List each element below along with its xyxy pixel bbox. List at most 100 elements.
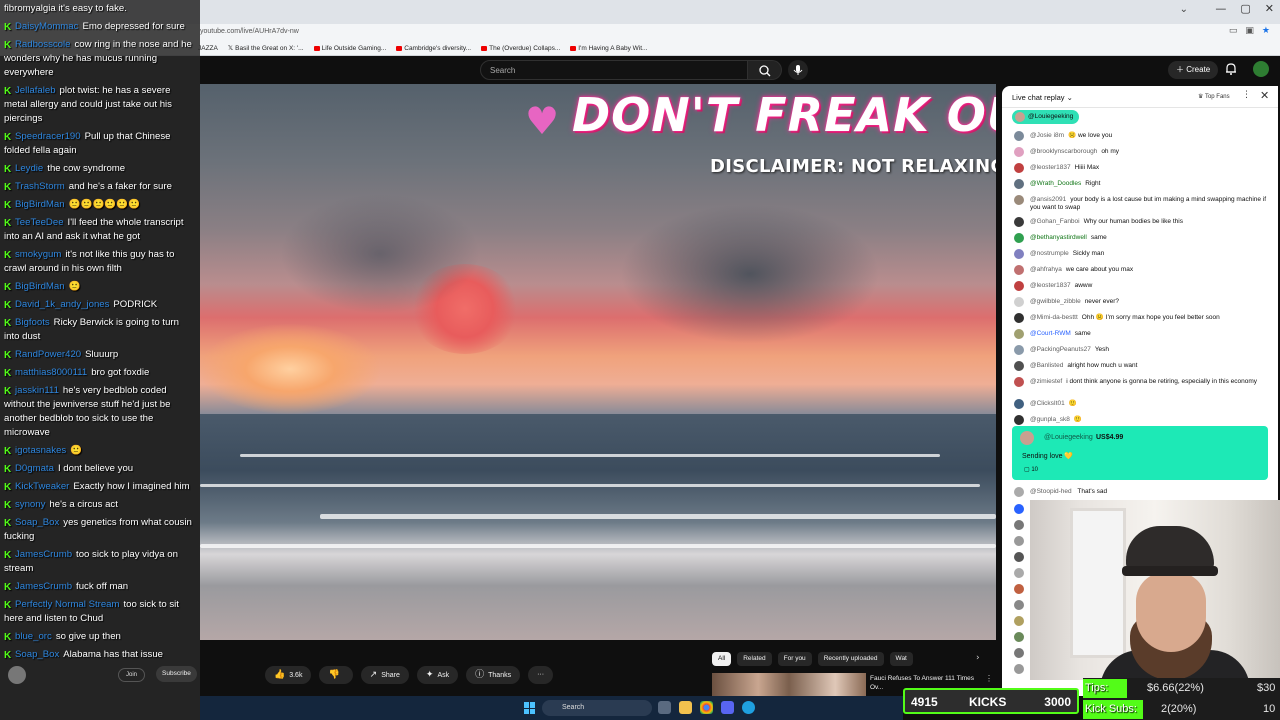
tab-search-chevron-icon[interactable]: ⌄ [1180, 4, 1188, 15]
chip-watched[interactable]: Wat [889, 652, 913, 666]
avatar [1014, 313, 1024, 323]
ask-button[interactable]: ✦ Ask [416, 666, 459, 684]
account-avatar[interactable] [1253, 61, 1269, 77]
join-button[interactable]: Join [118, 668, 146, 682]
super-chat-card[interactable]: @Louiegeeking US$4.99 Sending love 💛 ▢ 1… [1012, 426, 1268, 480]
chat-username[interactable]: @zimiestef [1030, 378, 1062, 385]
chat-username[interactable]: @ahfrahya [1030, 266, 1062, 273]
kick-chat-username[interactable]: synony [15, 499, 45, 510]
kick-chat-username[interactable]: TrashStorm [15, 181, 65, 192]
kick-chat-username[interactable]: BigBirdMan [15, 281, 65, 292]
chat-close-icon[interactable]: ✕ [1260, 89, 1269, 102]
chip-all[interactable]: All [712, 652, 732, 666]
bookmark-item[interactable]: I'm Having A Baby Wit... [570, 44, 647, 52]
voice-search-button[interactable] [788, 60, 808, 80]
windows-start-icon[interactable] [524, 702, 536, 714]
maximize-button[interactable]: ▢ [1240, 2, 1250, 15]
edge-icon[interactable] [742, 701, 755, 714]
kick-chat-username[interactable]: JamesCrumb [15, 549, 72, 560]
more-actions-button[interactable]: ··· [528, 666, 554, 684]
kick-chat-username[interactable]: smokygum [15, 249, 61, 260]
task-view-icon[interactable] [658, 701, 671, 714]
chat-username[interactable]: @Mimi-da-besttt [1030, 314, 1078, 321]
chat-username[interactable]: @leoster1837 [1030, 282, 1071, 289]
bookmark-item[interactable]: 𝕏 Basil the Great on X: '... [228, 44, 304, 53]
chip-recently-uploaded[interactable]: Recently uploaded [817, 652, 884, 666]
pinned-supporter-chip[interactable]: @Louiegeeking [1012, 110, 1080, 124]
chat-username[interactable]: @brooklynscarborough [1030, 148, 1097, 155]
kick-chat-username[interactable]: BigBirdMan [15, 199, 65, 210]
bookmark-item[interactable]: Cambridge's diversity... [396, 44, 471, 52]
kick-chat-username[interactable]: Radbosscole [15, 39, 70, 50]
kick-chat-username[interactable]: jasskin111 [15, 385, 59, 396]
bookmark-item[interactable]: The (Overdue) Collaps... [481, 44, 560, 52]
chat-mode-dropdown[interactable]: Live chat replay ⌄ [1012, 93, 1073, 102]
thanks-button[interactable]: ⓘ Thanks [466, 666, 521, 684]
url-text[interactable]: youtube.com/live/AUHrA7dv-nw [200, 28, 299, 35]
chat-username[interactable]: @ansis2091 [1030, 196, 1066, 203]
share-icon: ↗ [369, 670, 378, 680]
share-button[interactable]: ↗ Share [360, 666, 409, 684]
channel-avatar[interactable] [8, 666, 26, 684]
like-button[interactable]: 👍 3.6k [265, 666, 312, 684]
kick-chat-username[interactable]: Perfectly Normal Stream [15, 599, 120, 610]
chat-message: @Banlisted alright how much u want [1012, 358, 1274, 374]
notifications-bell-icon[interactable] [1224, 62, 1238, 76]
chat-username[interactable]: @Josie i8m [1030, 132, 1064, 139]
kick-chat-username[interactable]: David_1k_andy_jones [15, 299, 109, 310]
search-button[interactable] [748, 60, 782, 80]
taskbar-search[interactable]: Search [542, 700, 652, 716]
chat-username[interactable]: @Banlisted [1030, 362, 1063, 369]
chat-username[interactable]: @gwilbble_zibble [1030, 298, 1081, 305]
kick-chat-username[interactable]: Speedracer190 [15, 131, 81, 142]
file-explorer-icon[interactable] [679, 701, 692, 714]
kick-chat-username[interactable]: Bigfoots [15, 317, 50, 328]
video-actions: 👍 3.6k 👎 ↗ Share ✦ Ask ⓘ Thanks ··· [265, 666, 554, 684]
chat-username[interactable]: @Court-RWM [1030, 330, 1071, 337]
top-fans-button[interactable]: ♛ Top Fans [1198, 93, 1230, 100]
subscribe-button[interactable]: Subscribe [156, 666, 197, 682]
cast-icon[interactable]: ▭ [1229, 26, 1238, 36]
kick-chat-username[interactable]: Jellafaleb [15, 85, 56, 96]
kick-chat-message: Kjasskin111 he's very bedblob coded witho… [0, 382, 200, 442]
chat-username[interactable]: @gunpla_sk8 [1030, 416, 1070, 423]
kick-chat-username[interactable]: Soap_Box [15, 517, 59, 528]
chat-username[interactable]: @bethanyastirdwell [1030, 234, 1087, 241]
chip-related[interactable]: Related [737, 652, 772, 666]
kick-chat-username[interactable]: RandPower420 [15, 349, 81, 360]
kick-chat-username[interactable]: blue_orc [15, 631, 52, 642]
chat-username[interactable]: @Wrath_Doodles [1030, 180, 1081, 187]
bookmark-item[interactable]: Life Outside Gaming... [313, 44, 386, 52]
recommended-video-thumbnail[interactable] [712, 673, 866, 696]
chat-username[interactable]: @Gohan_Fanboi [1030, 218, 1080, 225]
kick-chat-username[interactable]: JamesCrumb [15, 581, 72, 592]
discord-icon[interactable] [721, 701, 734, 714]
kick-chat-username[interactable]: Leydie [15, 163, 43, 174]
kick-chat-username[interactable]: igotasnakes [15, 445, 66, 456]
close-window-button[interactable]: ✕ [1265, 2, 1274, 15]
kick-chat-username[interactable]: matthias8000111 [15, 367, 87, 378]
reader-icon[interactable]: ▣ [1245, 26, 1254, 36]
chat-more-icon[interactable]: ⋮ [1242, 90, 1251, 100]
chat-username[interactable]: @leoster1837 [1030, 164, 1071, 171]
chat-username[interactable]: @PackingPeanuts27 [1030, 346, 1091, 353]
dislike-button[interactable]: 👎 [319, 666, 353, 684]
kick-chat-username[interactable]: TeeTeeDee [15, 217, 64, 228]
kick-chat-username[interactable]: KickTweaker [15, 481, 69, 492]
bookmark-star-icon[interactable]: ★ [1262, 26, 1270, 36]
video-disclaimer-overlay: DISCLAIMER: NOT RELAXING [710, 156, 996, 177]
kick-chat-username[interactable]: DaisyMommac [15, 21, 78, 32]
kick-chat-username[interactable]: D0gmata [15, 463, 54, 474]
minimize-button[interactable]: — [1215, 2, 1226, 15]
recommended-video-menu-icon[interactable]: ⋮ [985, 674, 993, 683]
bookmark-item[interactable]: JAZZA [198, 44, 218, 52]
video-player[interactable]: ♥ DON'T FREAK OUT DISCLAIMER: NOT RELAXI… [200, 84, 996, 640]
create-button[interactable]: ＋ Create [1168, 61, 1219, 79]
chat-username[interactable]: @nostrumple [1030, 250, 1069, 257]
search-input[interactable]: Search [480, 60, 748, 80]
chat-username[interactable]: @ClicksIt01 [1030, 400, 1065, 407]
kick-badge-icon: K [4, 518, 12, 529]
chevron-right-icon[interactable]: › [976, 653, 980, 663]
chrome-icon[interactable] [700, 701, 713, 714]
chip-for-you[interactable]: For you [777, 652, 812, 666]
